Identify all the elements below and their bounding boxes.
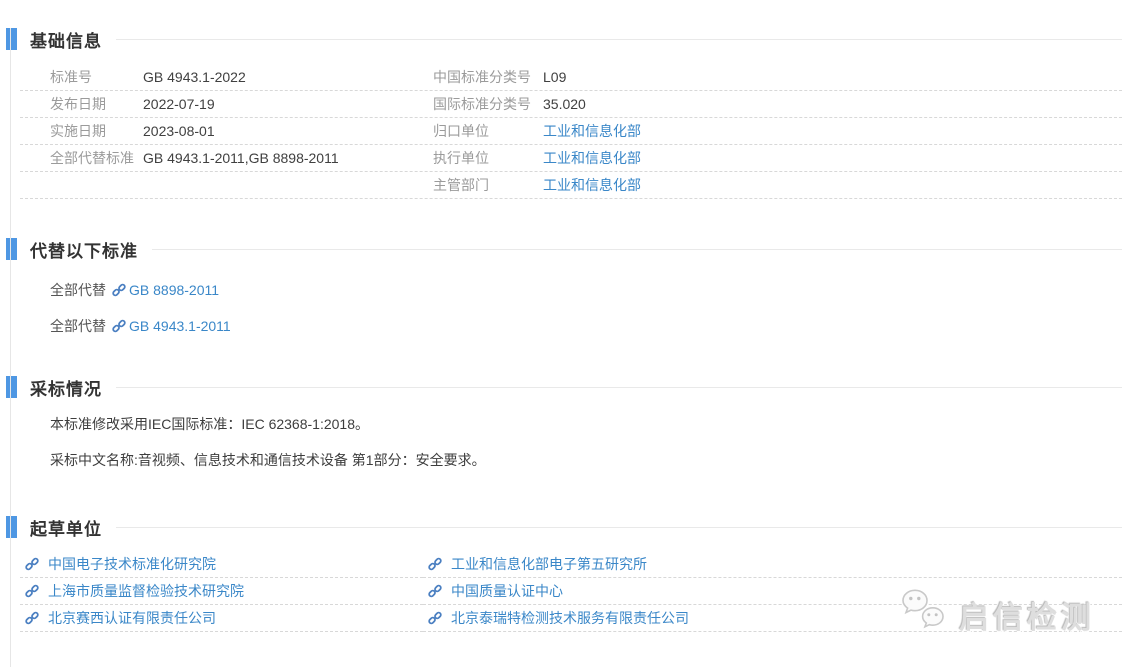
- section-marker: [6, 28, 17, 50]
- field-label: 实施日期: [20, 121, 143, 141]
- basic-info-table: 标准号 GB 4943.1-2022 中国标准分类号 L09 发布日期 2022…: [20, 64, 1122, 199]
- replace-type-label: 全部代替: [50, 316, 106, 336]
- section-header: 基础信息: [0, 28, 1125, 50]
- field-label: 归口单位: [433, 121, 543, 141]
- field-value: L09: [543, 69, 1122, 85]
- section-rule: [116, 527, 1122, 528]
- drafters-column-left: 中国电子技术标准化研究院 上海市质量监督检验技术研究院 北京赛西认证有限责任公司: [20, 551, 423, 632]
- field-value: 35.020: [543, 96, 1122, 112]
- field-label: 中国标准分类号: [433, 67, 543, 87]
- section-title-adoption: 采标情况: [30, 375, 102, 400]
- field-value: GB 4943.1-2022: [143, 69, 433, 85]
- field-value: GB 4943.1-2011,GB 8898-2011: [143, 150, 433, 166]
- replaced-standard-item: 全部代替 GB 8898-2011: [50, 280, 1125, 299]
- link-centralized-unit[interactable]: 工业和信息化部: [543, 123, 641, 139]
- list-item: 中国质量认证中心: [423, 578, 1122, 605]
- section-rule: [116, 39, 1122, 40]
- drafters-column-right: 工业和信息化部电子第五研究所 中国质量认证中心 北京泰瑞特检测技术服务有限责任公…: [423, 551, 1122, 632]
- table-row: 标准号 GB 4943.1-2022 中国标准分类号 L09: [20, 64, 1122, 91]
- table-row: 全部代替标准 GB 4943.1-2011,GB 8898-2011 执行单位 …: [20, 145, 1122, 172]
- field-value: 2022-07-19: [143, 96, 433, 112]
- section-marker: [6, 376, 17, 398]
- link-icon: [25, 584, 39, 598]
- list-item: 北京赛西认证有限责任公司: [20, 605, 423, 632]
- table-row: 实施日期 2023-08-01 归口单位 工业和信息化部: [20, 118, 1122, 145]
- section-header: 代替以下标准: [0, 238, 1125, 260]
- drafter-link[interactable]: 北京泰瑞特检测技术服务有限责任公司: [451, 608, 689, 628]
- field-label: 发布日期: [20, 94, 143, 114]
- adoption-text-line: 本标准修改采用IEC国际标准：IEC 62368-1:2018。: [50, 415, 1122, 434]
- section-marker: [6, 516, 17, 538]
- drafters-list: 中国电子技术标准化研究院 上海市质量监督检验技术研究院 北京赛西认证有限责任公司: [20, 551, 1122, 632]
- section-title-basic-info: 基础信息: [30, 27, 102, 52]
- link-icon: [428, 611, 442, 625]
- link-icon: [428, 557, 442, 571]
- drafter-link[interactable]: 北京赛西认证有限责任公司: [48, 608, 216, 628]
- field-label: 执行单位: [433, 148, 543, 168]
- section-replaces: 代替以下标准 全部代替 GB 8898-2011 全部代替 GB 4943.1-…: [0, 238, 1125, 335]
- field-label: 国际标准分类号: [433, 94, 543, 114]
- section-rule: [152, 249, 1122, 250]
- replaced-standard-item: 全部代替 GB 4943.1-2011: [50, 316, 1125, 335]
- table-row: 发布日期 2022-07-19 国际标准分类号 35.020: [20, 91, 1122, 118]
- field-label: 主管部门: [433, 175, 543, 195]
- link-icon: [428, 584, 442, 598]
- field-label: 全部代替标准: [20, 148, 143, 168]
- section-drafters: 起草单位 中国电子技术标准化研究院 上海市质量监督检验技术研究院 北京赛西: [0, 516, 1125, 632]
- replace-type-label: 全部代替: [50, 280, 106, 300]
- section-header: 起草单位: [0, 516, 1125, 538]
- drafter-link[interactable]: 中国电子技术标准化研究院: [48, 554, 216, 574]
- link-executing-unit[interactable]: 工业和信息化部: [543, 150, 641, 166]
- list-item: 工业和信息化部电子第五研究所: [423, 551, 1122, 578]
- field-value: 2023-08-01: [143, 123, 433, 139]
- section-title-replaces: 代替以下标准: [30, 237, 138, 262]
- adoption-text-line: 采标中文名称:音视频、信息技术和通信技术设备 第1部分：安全要求。: [50, 451, 1122, 470]
- section-rule: [116, 387, 1122, 388]
- section-marker: [6, 238, 17, 260]
- section-basic-info: 基础信息 标准号 GB 4943.1-2022 中国标准分类号 L09 发布日期…: [0, 28, 1125, 199]
- link-icon: [112, 283, 126, 297]
- replaced-standard-link[interactable]: GB 4943.1-2011: [129, 318, 231, 334]
- field-value: 工业和信息化部: [543, 148, 1122, 168]
- list-item: 上海市质量监督检验技术研究院: [20, 578, 423, 605]
- field-value: 工业和信息化部: [543, 175, 1122, 195]
- field-value: 工业和信息化部: [543, 121, 1122, 141]
- list-item: 中国电子技术标准化研究院: [20, 551, 423, 578]
- replaced-standard-link[interactable]: GB 8898-2011: [129, 282, 219, 298]
- link-icon: [25, 557, 39, 571]
- table-row: 主管部门 工业和信息化部: [20, 172, 1122, 199]
- drafter-link[interactable]: 工业和信息化部电子第五研究所: [451, 554, 647, 574]
- left-border-line: [10, 28, 11, 667]
- link-icon: [112, 319, 126, 333]
- link-icon: [25, 611, 39, 625]
- link-competent-department[interactable]: 工业和信息化部: [543, 177, 641, 193]
- list-item: 北京泰瑞特检测技术服务有限责任公司: [423, 605, 1122, 632]
- section-adoption: 采标情况 本标准修改采用IEC国际标准：IEC 62368-1:2018。 采标…: [0, 376, 1125, 470]
- drafter-link[interactable]: 上海市质量监督检验技术研究院: [48, 581, 244, 601]
- section-header: 采标情况: [0, 376, 1125, 398]
- field-label: 标准号: [20, 67, 143, 87]
- section-title-drafters: 起草单位: [30, 515, 102, 540]
- drafter-link[interactable]: 中国质量认证中心: [451, 581, 563, 601]
